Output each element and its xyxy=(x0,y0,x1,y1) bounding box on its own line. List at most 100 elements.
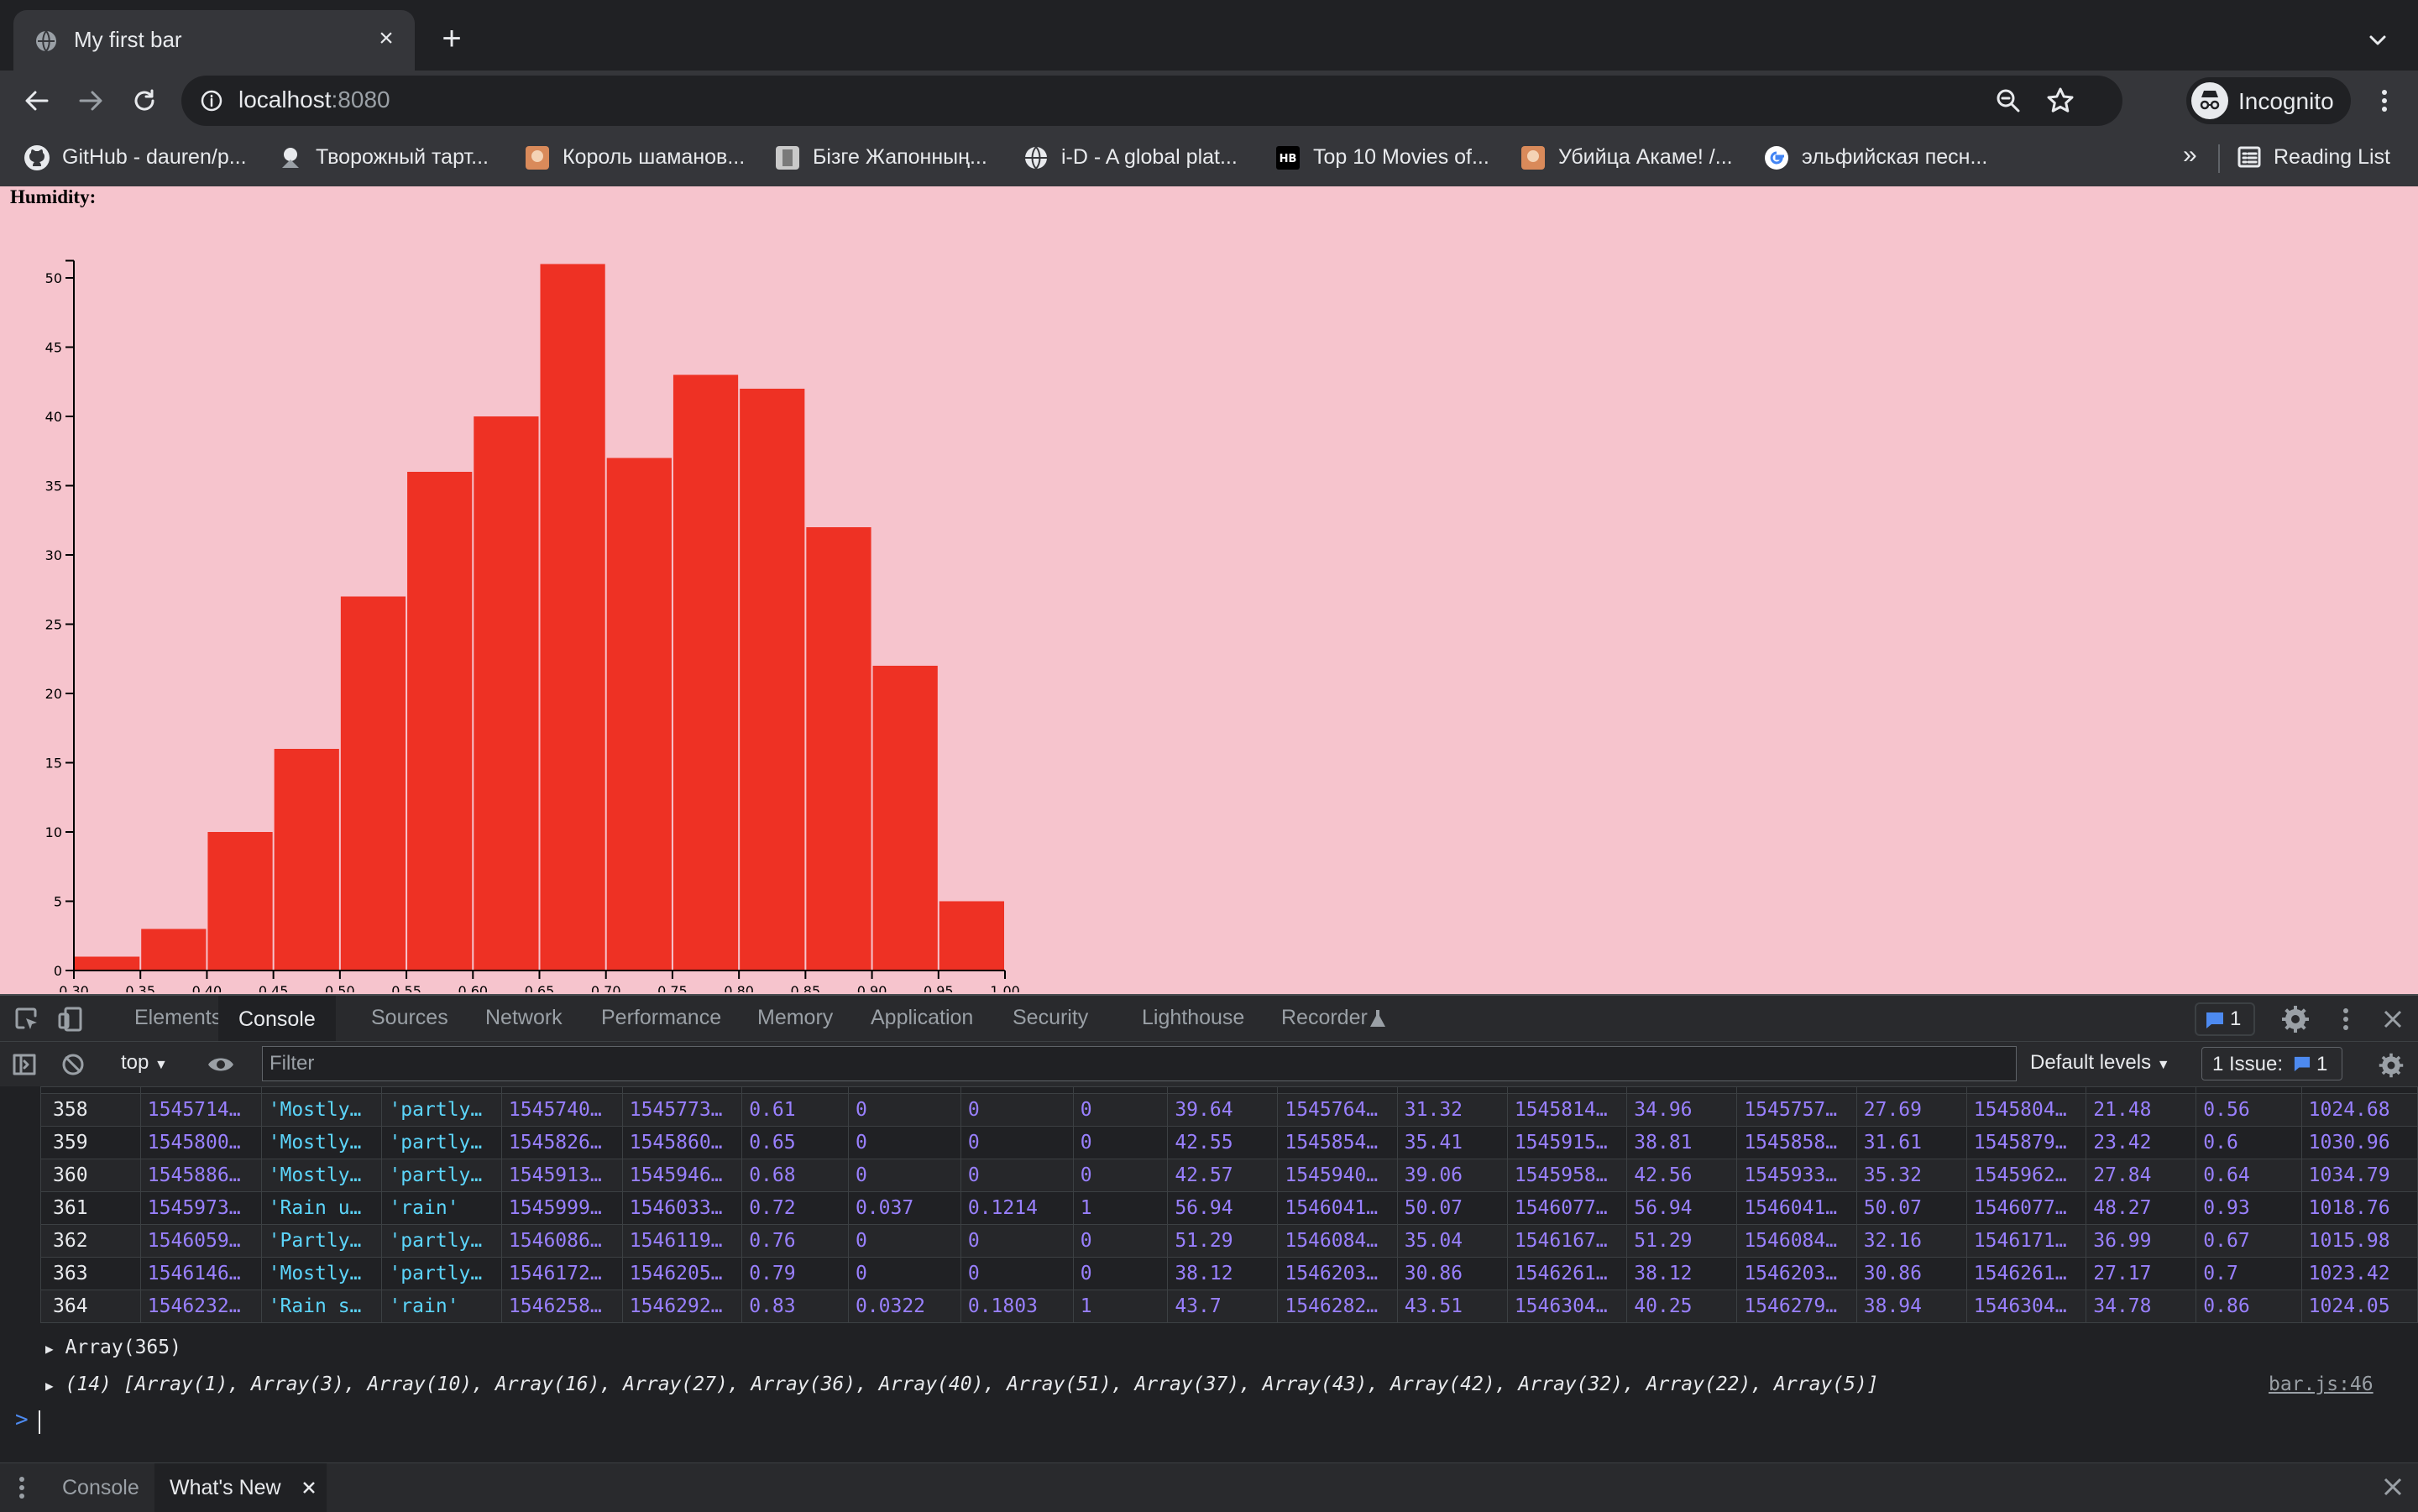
table-row[interactable]: 360 1545886… 'Mostly…'partly… 1545913… 15459… xyxy=(40,1159,2418,1192)
url-port: :8080 xyxy=(331,86,390,112)
device-toolbar-icon[interactable] xyxy=(57,1006,84,1033)
table-cell xyxy=(1396,1086,1508,1094)
devtools-more-icon[interactable] xyxy=(2331,1004,2361,1034)
table-cell: 39.06 xyxy=(1396,1159,1508,1192)
table-cell: 0 xyxy=(1072,1093,1169,1127)
bookmark-label: Top 10 Movies of... xyxy=(1313,145,1489,169)
chevron-down-icon: ▼ xyxy=(2156,1058,2170,1072)
live-expression-eye-icon[interactable] xyxy=(207,1054,235,1075)
url-text[interactable]: localhost:8080 xyxy=(238,86,390,113)
table-cell: 1545854… xyxy=(1277,1126,1398,1159)
table-cell: 35.32 xyxy=(1855,1159,1967,1192)
forward-icon[interactable] xyxy=(74,84,107,118)
table-cell: 'Mostly… xyxy=(260,1093,383,1127)
table-cell: 0 xyxy=(847,1257,961,1290)
console-output[interactable]: 358 1545714… 'Mostly…'partly… 1545740… 15457… xyxy=(0,1086,2418,1462)
settings-gear-icon[interactable] xyxy=(2280,1004,2311,1034)
y-tick-label: 45 xyxy=(45,340,62,356)
table-cell: 0.1214 xyxy=(960,1191,1074,1225)
drawer-menu-icon[interactable] xyxy=(17,1475,27,1500)
address-bar[interactable]: localhost:8080 xyxy=(181,76,2122,126)
issues-count: 1 xyxy=(2316,1053,2328,1075)
back-icon[interactable] xyxy=(20,84,54,118)
row-index: 359 xyxy=(40,1126,141,1159)
devtools-tab-application[interactable]: Application xyxy=(871,1006,973,1030)
info-icon[interactable] xyxy=(200,89,223,112)
devtools-tab-performance[interactable]: Performance xyxy=(601,1006,721,1030)
table-row[interactable]: 358 1545714… 'Mostly…'partly… 1545740… 15457… xyxy=(40,1093,2418,1127)
hb-icon: HB xyxy=(1276,146,1300,170)
drawer-close-icon[interactable] xyxy=(2381,1475,2405,1499)
devtools-tab-elements[interactable]: Elements xyxy=(134,1006,222,1030)
histogram-bar xyxy=(806,527,871,971)
browser-menu-icon[interactable] xyxy=(2368,84,2401,118)
console-prompt-icon: > xyxy=(15,1407,29,1432)
table-row[interactable]: 359 1545800… 'Mostly…'partly… 1545826… 15458… xyxy=(40,1126,2418,1159)
row-index: 358 xyxy=(40,1093,141,1127)
array-log-text: (14) [Array(1), Array(3), Array(10), Arr… xyxy=(65,1373,1879,1395)
y-tick-label: 35 xyxy=(45,479,62,494)
issues-button[interactable]: 1 Issue: 1 xyxy=(2201,1047,2342,1080)
source-link[interactable]: bar.js:46 xyxy=(2269,1373,2374,1395)
table-cell: 1546171… xyxy=(1965,1224,2087,1258)
table-cell: 1545913… xyxy=(500,1159,623,1192)
table-cell: 1024.68 xyxy=(2300,1093,2418,1127)
histogram-bar xyxy=(540,264,605,971)
table-row[interactable]: 362 1546059… 'Partly…'partly… 1546086… 15461… xyxy=(40,1224,2418,1258)
table-row[interactable]: 363 1546146… 'Mostly…'partly… 1546172… 15462… xyxy=(40,1257,2418,1290)
zoom-out-icon[interactable] xyxy=(1995,87,2022,114)
devtools-tab-memory[interactable]: Memory xyxy=(757,1006,833,1030)
devtools-tab-security[interactable]: Security xyxy=(1013,1006,1088,1030)
table-cell: 'Rain s… xyxy=(260,1290,383,1323)
table-cell: 1546084… xyxy=(1736,1224,1857,1258)
sidebar-toggle-icon[interactable] xyxy=(12,1052,37,1077)
bookmark-label: эльфийская песн... xyxy=(1802,145,1988,169)
context-selector[interactable]: top ▼ xyxy=(121,1051,168,1075)
incognito-icon xyxy=(2191,82,2228,119)
table-row[interactable]: 364 1546232… 'Rain s…'rain' 1546258… 1546292… xyxy=(40,1290,2418,1323)
page-heading: Humidity: xyxy=(10,186,97,207)
console-filter-input[interactable]: Filter xyxy=(262,1046,2017,1081)
browser-tab[interactable]: My first bar × xyxy=(13,10,415,71)
x-tick-label: 0.45 xyxy=(259,983,289,992)
devtools-tab-sources[interactable]: Sources xyxy=(371,1006,448,1030)
y-tick-label: 5 xyxy=(54,894,62,910)
incognito-profile-button[interactable]: Incognito xyxy=(2186,77,2351,124)
tab-close-button[interactable]: × xyxy=(371,24,401,54)
bookmarks-overflow-button[interactable]: » xyxy=(2183,141,2197,170)
table-cell: 0 xyxy=(960,1257,1074,1290)
devtools-tab-recorder[interactable]: Recorder xyxy=(1281,1006,1368,1030)
table-row[interactable]: 361 1545973… 'Rain u…'rain' 1545999… 1546033… xyxy=(40,1191,2418,1225)
close-icon[interactable] xyxy=(301,1480,317,1495)
table-cell: 56.94 xyxy=(1626,1191,1738,1225)
table-cell: 0.56 xyxy=(2196,1093,2302,1127)
table-cell: 56.94 xyxy=(1167,1191,1279,1225)
table-cell xyxy=(741,1086,849,1094)
devtools-tab-lighthouse[interactable]: Lighthouse xyxy=(1142,1006,1244,1030)
reload-icon[interactable] xyxy=(128,84,161,118)
array-summary[interactable]: ▶ Array(365) xyxy=(45,1337,181,1358)
x-tick-label: 0.30 xyxy=(59,983,89,992)
messages-badge[interactable]: 1 xyxy=(2195,1002,2255,1036)
drawer-tab-whats-new[interactable]: What's New xyxy=(154,1463,327,1512)
new-tab-button[interactable]: + xyxy=(435,22,468,55)
clear-console-icon[interactable] xyxy=(60,1052,86,1077)
table-cell: 1546059… xyxy=(139,1224,262,1258)
histogram-bar xyxy=(207,832,273,971)
log-levels-dropdown[interactable]: Default levels ▼ xyxy=(2030,1051,2170,1075)
console-settings-icon[interactable] xyxy=(2378,1052,2405,1079)
tab-search-icon[interactable] xyxy=(2361,24,2394,57)
table-cell: 0 xyxy=(1072,1126,1169,1159)
devtools-tab-console[interactable]: Console xyxy=(218,996,336,1043)
inspect-element-icon[interactable] xyxy=(13,1006,40,1033)
console-input-caret[interactable] xyxy=(39,1410,40,1434)
array-log-entry[interactable]: ▶ (14) [Array(1), Array(3), Array(10), A… xyxy=(45,1373,1879,1395)
table-cell xyxy=(381,1086,502,1094)
table-cell: 27.69 xyxy=(1855,1093,1967,1127)
drawer-tab-console[interactable]: Console xyxy=(47,1463,154,1512)
bookmark-star-icon[interactable] xyxy=(2045,86,2075,116)
devtools-close-icon[interactable] xyxy=(2379,1006,2406,1033)
devtools-tab-network[interactable]: Network xyxy=(485,1006,563,1030)
table-cell: 1018.76 xyxy=(2300,1191,2418,1225)
table-cell: 0.93 xyxy=(2196,1191,2302,1225)
